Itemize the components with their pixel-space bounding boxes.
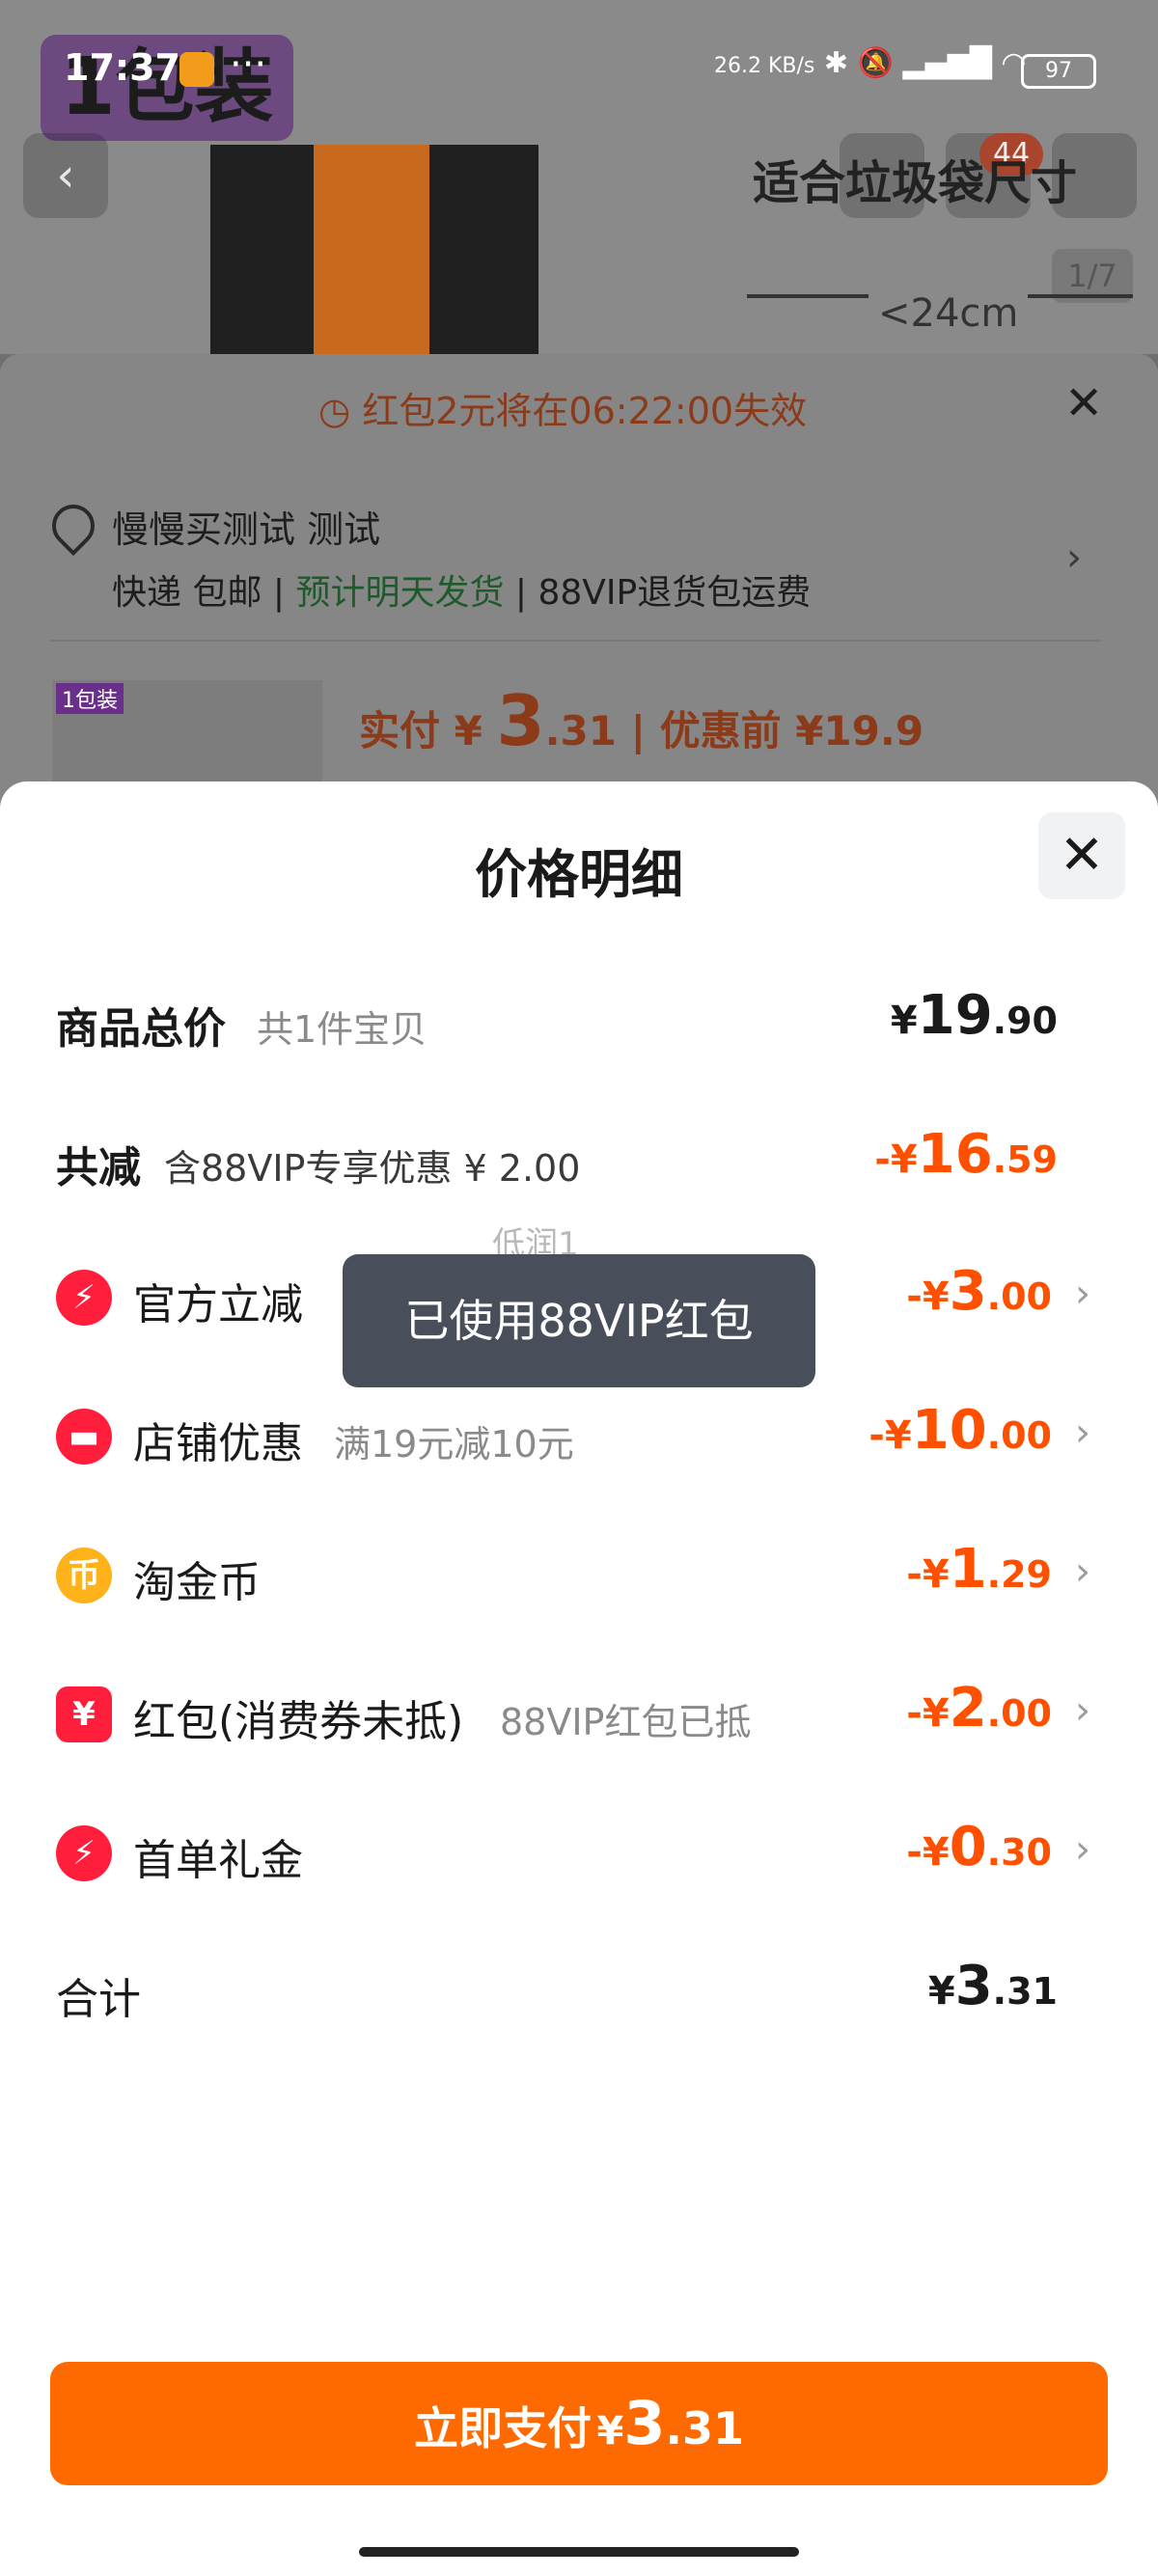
taojinbi-label[interactable]: 淘金币 [133,1548,261,1609]
total-discount-label: 共减 [56,1143,141,1192]
shipping-info: 快递 包邮 | 预计明天发货 | 88VIP退货包运费 [112,573,812,613]
pay-now-button[interactable]: 立即支付 ¥3.31 [50,2362,1108,2485]
shop-discount-label[interactable]: 店铺优惠 [133,1409,303,1470]
more-notifications-icon: ··· [230,42,267,87]
taojinbi-amount[interactable]: -¥1.29 [906,1538,1052,1601]
total-price-label: 商品总价 [56,1004,226,1054]
total-price-amount: ¥19.90 [890,984,1058,1047]
chevron-left-icon: ‹ [56,149,75,203]
coin-icon: 币 [56,1548,112,1603]
app-notification-icon [179,52,214,87]
size-title: 适合垃圾袋尺寸 [753,156,1078,210]
red-packet-icon: ¥ [56,1686,112,1742]
sheet-title: 价格明细 [475,844,683,905]
official-discount-amount[interactable]: -¥3.00 [906,1260,1052,1323]
address-text[interactable]: 慢慢买测试 测试 [112,500,380,553]
grand-total-label: 合计 [56,1975,141,2024]
first-order-gift-label[interactable]: 首单礼金 [133,1825,303,1887]
total-price-sub: 共1件宝贝 [257,1008,427,1051]
shop-discount-amount[interactable]: -¥10.00 [868,1399,1052,1462]
red-packet-label[interactable]: 红包(消费券未抵) [133,1686,463,1748]
order-close-button[interactable]: ✕ [1064,376,1103,430]
chevron-right-icon[interactable]: › [1075,1549,1090,1594]
lightning-icon: ⚡ [56,1270,112,1326]
mute-icon: 🔕 [857,46,894,80]
coupon-timer: ◷ 红包2元将在06:22:00失效 [318,390,808,432]
bluetooth-icon: ✱ [823,46,849,80]
measure-label: <24cm [868,291,1029,336]
home-indicator[interactable] [359,2547,799,2557]
product-image-stripe [314,145,429,354]
official-discount-label[interactable]: 官方立减 [133,1270,303,1331]
shop-icon: ▬ [56,1409,112,1465]
clock-icon: ◷ [318,390,363,432]
chevron-right-icon[interactable]: › [1075,1272,1090,1316]
toast-message: 已使用88VIP红包 [343,1254,815,1387]
total-discount-amount: -¥16.59 [874,1123,1058,1186]
chevron-right-icon[interactable]: › [1075,1827,1090,1872]
battery-icon: 97 [1021,54,1096,89]
net-speed: 26.2 KB/s [714,54,815,78]
lightning-icon: ⚡ [56,1825,112,1881]
back-button[interactable]: ‹ [23,133,108,218]
chevron-right-icon[interactable]: › [1075,1411,1090,1455]
total-discount-sub: 含88VIP专享优惠 ¥ 2.00 [164,1147,581,1190]
close-button[interactable]: ✕ [1038,812,1125,899]
chevron-right-icon[interactable]: › [1075,1688,1090,1733]
chevron-right-icon: › [1066,535,1082,580]
thumbnail-tag: 1包装 [56,683,124,714]
signal-icon: ▂▄▆█ [902,46,992,80]
status-time: 17:37 [64,46,180,89]
first-order-gift-amount[interactable]: -¥0.30 [906,1816,1052,1878]
grand-total-amount: ¥3.31 [927,1955,1058,2017]
red-packet-sub: 88VIP红包已抵 [500,1701,752,1743]
paid-summary: 实付 ¥ 3.31 | 优惠前 ¥19.9 [359,680,924,761]
red-packet-amount[interactable]: -¥2.00 [906,1677,1052,1740]
divider [50,640,1102,642]
shop-discount-sub: 满19元减10元 [334,1423,574,1466]
close-icon: ✕ [1059,824,1105,887]
status-indicators: 26.2 KB/s ✱ 🔕 ▂▄▆█ ◠ [714,46,1027,80]
